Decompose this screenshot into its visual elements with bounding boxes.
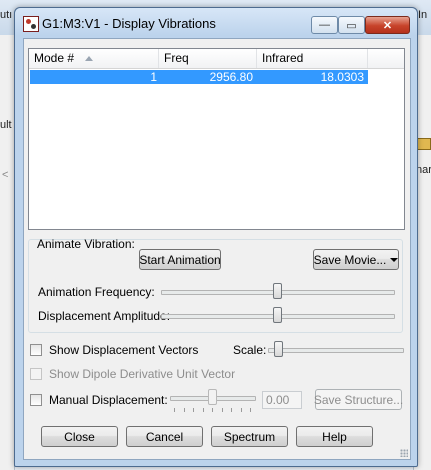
close-window-button[interactable]: ✕ [365, 16, 410, 34]
resize-grip-icon[interactable] [400, 449, 408, 457]
slider-tick [221, 408, 223, 412]
background-text-fragment: utı [0, 9, 13, 21]
manual-displacement-checkbox[interactable] [30, 394, 42, 406]
save-movie-label: Save Movie... [313, 252, 387, 267]
background-text-fragment: < [2, 169, 9, 181]
mode-number-cell: 1 [150, 70, 157, 84]
cancel-button[interactable]: Cancel [126, 426, 203, 447]
start-animation-button[interactable]: Start Animation [139, 249, 221, 270]
chevron-down-icon [390, 257, 399, 262]
spectrum-button-label: Spectrum [223, 429, 276, 444]
save-movie-button[interactable]: Save Movie... [313, 249, 399, 270]
close-icon: ✕ [382, 19, 393, 32]
slider-tick [183, 408, 185, 412]
show-displacement-vectors-label: Show Displacement Vectors [49, 343, 199, 357]
frequency-cell: 2956.80 [209, 70, 253, 84]
cancel-button-label: Cancel [145, 429, 184, 444]
manual-displacement-value[interactable]: 0.00 [262, 391, 302, 409]
molecule-app-icon [23, 16, 39, 32]
window-title: G1:M3:V1 - Display Vibrations [42, 16, 216, 31]
start-animation-label: Start Animation [139, 252, 221, 267]
show-dipole-label: Show Dipole Derivative Unit Vector [49, 367, 236, 381]
background-left-panel: ult < [0, 35, 15, 470]
folder-icon [417, 138, 431, 150]
show-displacement-vectors-checkbox[interactable] [30, 344, 42, 356]
slider-tick [240, 408, 242, 412]
display-vibrations-dialog: G1:M3:V1 - Display Vibrations — ▭ ✕ Mode… [14, 7, 418, 467]
slider-tick [193, 408, 194, 412]
animation-frequency-slider[interactable] [273, 283, 282, 299]
background-text-fragment: ult [0, 119, 12, 131]
spectrum-button[interactable]: Spectrum [211, 426, 288, 447]
slider-tick [231, 408, 232, 412]
sort-ascending-icon [85, 56, 93, 61]
maximize-icon: ▭ [346, 19, 357, 32]
dialog-client-area: Mode # Freq Infrared 1 2956.80 18.0303 A… [23, 38, 411, 460]
slider-tick [250, 408, 251, 412]
close-button[interactable]: Close [41, 426, 118, 447]
scale-label: Scale: [233, 343, 267, 357]
manual-displacement-slider[interactable] [208, 389, 217, 405]
help-button-label: Help [322, 429, 347, 444]
infrared-cell: 18.0303 [320, 70, 364, 84]
maximize-button[interactable]: ▭ [338, 16, 365, 34]
title-bar[interactable]: G1:M3:V1 - Display Vibrations — ▭ ✕ [15, 8, 417, 36]
slider-tick [174, 408, 175, 412]
scale-slider[interactable] [274, 341, 283, 357]
save-structure-label: Save Structure... [313, 392, 404, 407]
displacement-amplitude-slider[interactable] [273, 307, 282, 323]
slider-tick [212, 408, 213, 412]
minimize-icon: — [319, 19, 330, 31]
table-row[interactable]: 1 2956.80 18.0303 [30, 70, 368, 84]
modes-list-header: Mode # Freq Infrared [29, 49, 404, 69]
column-header-label: Infrared [262, 51, 304, 65]
column-header-label: Freq [164, 51, 189, 65]
manual-displacement-label: Manual Displacement: [49, 393, 168, 407]
save-structure-button[interactable]: Save Structure... [313, 389, 404, 410]
column-header-freq[interactable]: Freq [159, 49, 257, 68]
column-header-label: Mode # [34, 51, 75, 65]
minimize-button[interactable]: — [311, 16, 338, 34]
column-header-infrared[interactable]: Infrared [257, 49, 368, 68]
displacement-amplitude-label: Displacement Amplitude: [38, 309, 171, 323]
slider-tick [202, 408, 204, 412]
animate-vibration-label: Animate Vibration: [37, 237, 135, 251]
background-text-fragment: nar [416, 164, 431, 176]
show-dipole-checkbox[interactable] [30, 368, 42, 380]
close-button-label: Close [64, 429, 95, 444]
scale-track[interactable] [268, 348, 404, 353]
background-text-fragment: In [418, 9, 428, 21]
animation-frequency-label: Animation Frequency: [38, 285, 155, 299]
modes-list[interactable]: Mode # Freq Infrared 1 2956.80 18.0303 [28, 48, 405, 230]
help-button[interactable]: Help [296, 426, 373, 447]
column-header-mode[interactable]: Mode # [29, 49, 159, 68]
